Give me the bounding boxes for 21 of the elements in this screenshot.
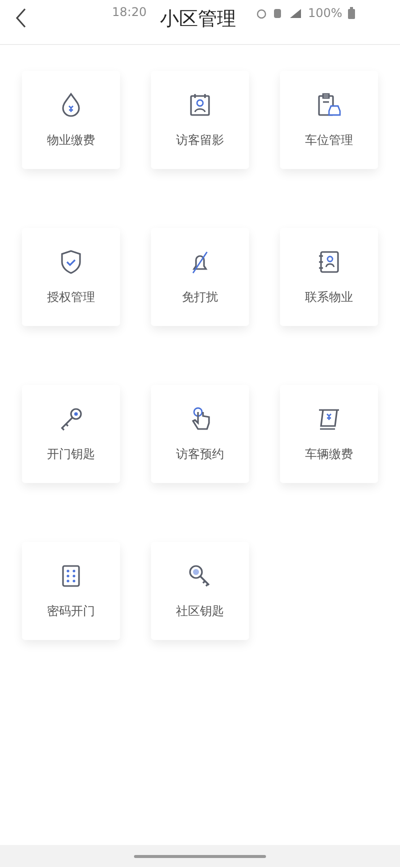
battery-icon	[348, 7, 356, 19]
feature-tile[interactable]: 访客预约	[151, 385, 249, 483]
vibrate-icon	[273, 8, 282, 18]
feature-tile[interactable]: 车位管理	[280, 71, 378, 169]
window-title: 小区管理	[160, 7, 236, 32]
feature-tile[interactable]: 社区钥匙	[151, 542, 249, 640]
feature-tile[interactable]: 物业缴费	[22, 71, 120, 169]
status-time: 18:20	[112, 4, 147, 21]
feature-tile[interactable]: 车辆缴费	[280, 385, 378, 483]
alarm-icon	[256, 8, 267, 18]
feature-tile[interactable]: 开门钥匙	[22, 385, 120, 483]
feature-tile[interactable]: 联系物业	[280, 228, 378, 326]
home-indicator[interactable]	[134, 854, 266, 858]
feature-tile[interactable]: 免打扰	[151, 228, 249, 326]
signal-icon	[288, 8, 302, 18]
feature-tile[interactable]: 授权管理	[22, 228, 120, 326]
battery-percent: 100%	[308, 5, 342, 22]
back-icon	[15, 8, 27, 28]
feature-tile[interactable]: 密码开门	[22, 542, 120, 640]
clipboard-car-icon	[315, 91, 343, 119]
feature-tile[interactable]: 访客留影	[151, 71, 249, 169]
